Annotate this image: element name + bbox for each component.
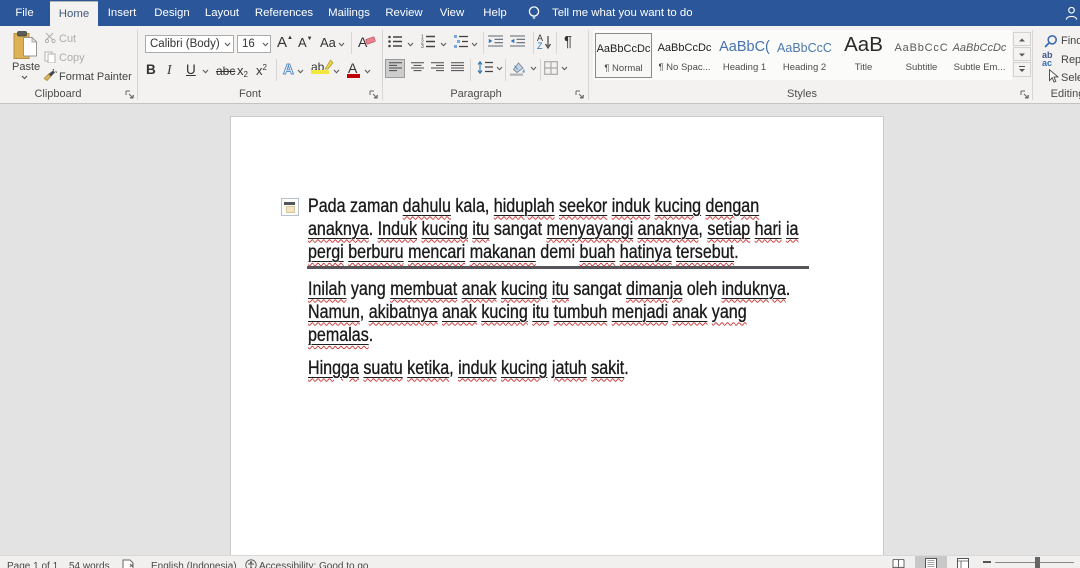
svg-text:3: 3 — [421, 44, 424, 48]
